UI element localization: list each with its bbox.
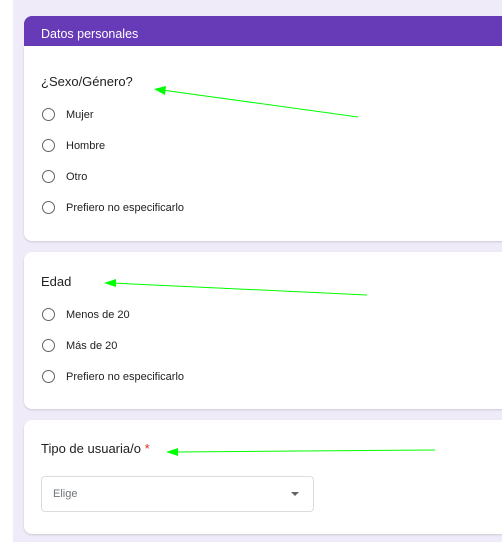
section-title: Datos personales (41, 27, 139, 41)
question-title-tipo-usuario: Tipo de usuaria/o * (41, 441, 150, 456)
radio-option-otro[interactable]: Otro (42, 170, 87, 183)
radio-circle-icon[interactable] (42, 370, 55, 383)
radio-label: Otro (66, 170, 88, 183)
question-card-sexo-genero: ¿Sexo/Género? Mujer Hombre Otro Prefiero… (24, 46, 502, 241)
radio-option-mujer[interactable]: Mujer (42, 108, 94, 121)
radio-label: Más de 20 (66, 339, 118, 352)
radio-label: Mujer (66, 108, 94, 121)
radio-option-prefiero-no-especificarlo[interactable]: Prefiero no especificarlo (42, 370, 184, 383)
question-title-edad: Edad (41, 274, 72, 289)
radio-option-hombre[interactable]: Hombre (42, 139, 105, 152)
dropdown-selected-value: Elige (53, 488, 78, 500)
caret-down-icon[interactable] (291, 492, 299, 496)
radio-label: Prefiero no especificarlo (66, 370, 185, 383)
radio-circle-icon[interactable] (42, 201, 55, 214)
question-card-tipo-usuario: Tipo de usuaria/o * Elige (24, 420, 502, 534)
page-left-edge (0, 0, 13, 542)
form-page: Datos personales ¿Sexo/Género? Mujer Hom… (0, 0, 502, 542)
question-card-edad: Edad Menos de 20 Más de 20 Prefiero no e… (24, 252, 502, 409)
radio-circle-icon[interactable] (42, 170, 55, 183)
required-star: * (144, 441, 150, 456)
question-title-text: Tipo de usuaria/o (41, 441, 141, 456)
radio-label: Hombre (66, 139, 106, 152)
radio-label: Menos de 20 (66, 308, 130, 321)
radio-label: Prefiero no especificarlo (66, 201, 185, 214)
radio-circle-icon[interactable] (42, 339, 55, 352)
radio-option-prefiero-no-especificarlo[interactable]: Prefiero no especificarlo (42, 201, 184, 214)
radio-circle-icon[interactable] (42, 139, 55, 152)
question-title-sexo-genero: ¿Sexo/Género? (41, 74, 133, 89)
radio-circle-icon[interactable] (42, 108, 55, 121)
radio-circle-icon[interactable] (42, 308, 55, 321)
radio-option-mas-de-20[interactable]: Más de 20 (42, 339, 117, 352)
tipo-usuario-dropdown[interactable]: Elige (41, 476, 314, 512)
radio-option-menos-de-20[interactable]: Menos de 20 (42, 308, 130, 321)
